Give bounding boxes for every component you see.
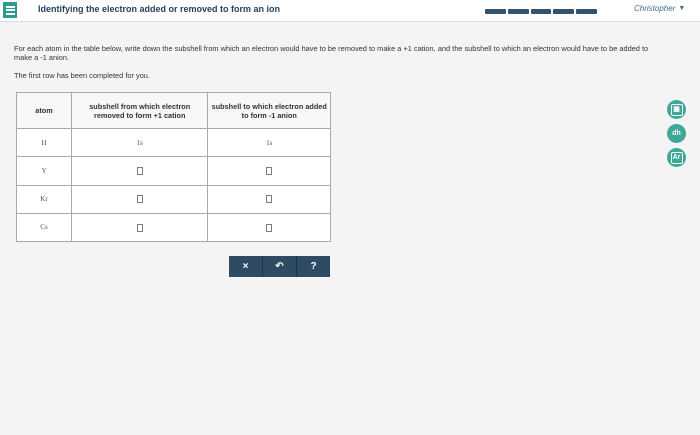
progress-segment	[485, 9, 506, 14]
table-row: H 1s 1s	[16, 127, 331, 158]
page-title: Identifying the electron added or remove…	[38, 4, 281, 14]
calculator-tool[interactable]: ▦	[667, 100, 686, 119]
atom-cell: Cs	[16, 212, 72, 243]
completed-note: The first row has been completed for you…	[14, 71, 150, 80]
help-button[interactable]: ?	[296, 256, 330, 277]
added-answer-input[interactable]	[266, 195, 273, 204]
table-row: Y	[16, 156, 331, 186]
atom-cell: Kr	[16, 184, 72, 214]
removed-cell	[70, 156, 209, 186]
table-row: Kr	[16, 184, 331, 214]
added-cell	[207, 156, 331, 186]
added-cell: 1s	[207, 127, 331, 158]
periodic-table-tool[interactable]: Ar	[667, 148, 686, 167]
removed-answer-input[interactable]	[136, 195, 143, 204]
side-tools: ▦ dh Ar	[667, 100, 686, 167]
table-row: Cs	[16, 212, 331, 243]
progress-bar	[485, 9, 597, 14]
chevron-down-icon: ▼	[678, 5, 686, 12]
header-removed: subshell from which electron removed to …	[70, 92, 209, 129]
progress-segment	[576, 9, 597, 14]
user-menu[interactable]: Christopher ▼	[634, 4, 685, 13]
header-added: subshell to which electron added to form…	[207, 92, 331, 129]
removed-answer-input[interactable]	[136, 223, 143, 232]
answer-table: atom subshell from which electron remove…	[16, 92, 331, 243]
undo-button[interactable]: ↶	[262, 256, 296, 277]
added-answer-input[interactable]	[266, 167, 273, 176]
progress-segment	[507, 9, 529, 14]
user-name: Christopher	[634, 4, 676, 13]
table-header-row: atom subshell from which electron remove…	[16, 92, 331, 129]
instructions-text: For each atom in the table below, write …	[14, 44, 649, 62]
top-bar: Identifying the electron added or remove…	[0, 0, 700, 22]
added-cell	[207, 184, 331, 214]
progress-segment	[553, 9, 575, 14]
header-atom: atom	[16, 92, 72, 129]
progress-segment	[530, 9, 552, 14]
menu-icon[interactable]	[3, 2, 17, 18]
removed-cell	[70, 184, 209, 214]
removed-cell: 1s	[70, 127, 209, 158]
clear-button[interactable]: ×	[229, 256, 262, 277]
calculator-icon: ▦	[670, 103, 683, 116]
action-bar: × ↶ ?	[229, 256, 330, 277]
periodic-table-icon: Ar	[670, 151, 683, 164]
removed-cell	[70, 212, 209, 243]
atom-cell: Y	[16, 156, 72, 186]
added-answer-input[interactable]	[266, 223, 273, 232]
data-icon: dh	[672, 130, 681, 137]
atom-cell: H	[16, 127, 72, 158]
added-cell	[207, 212, 331, 243]
data-tool[interactable]: dh	[667, 124, 686, 143]
removed-answer-input[interactable]	[136, 167, 143, 176]
